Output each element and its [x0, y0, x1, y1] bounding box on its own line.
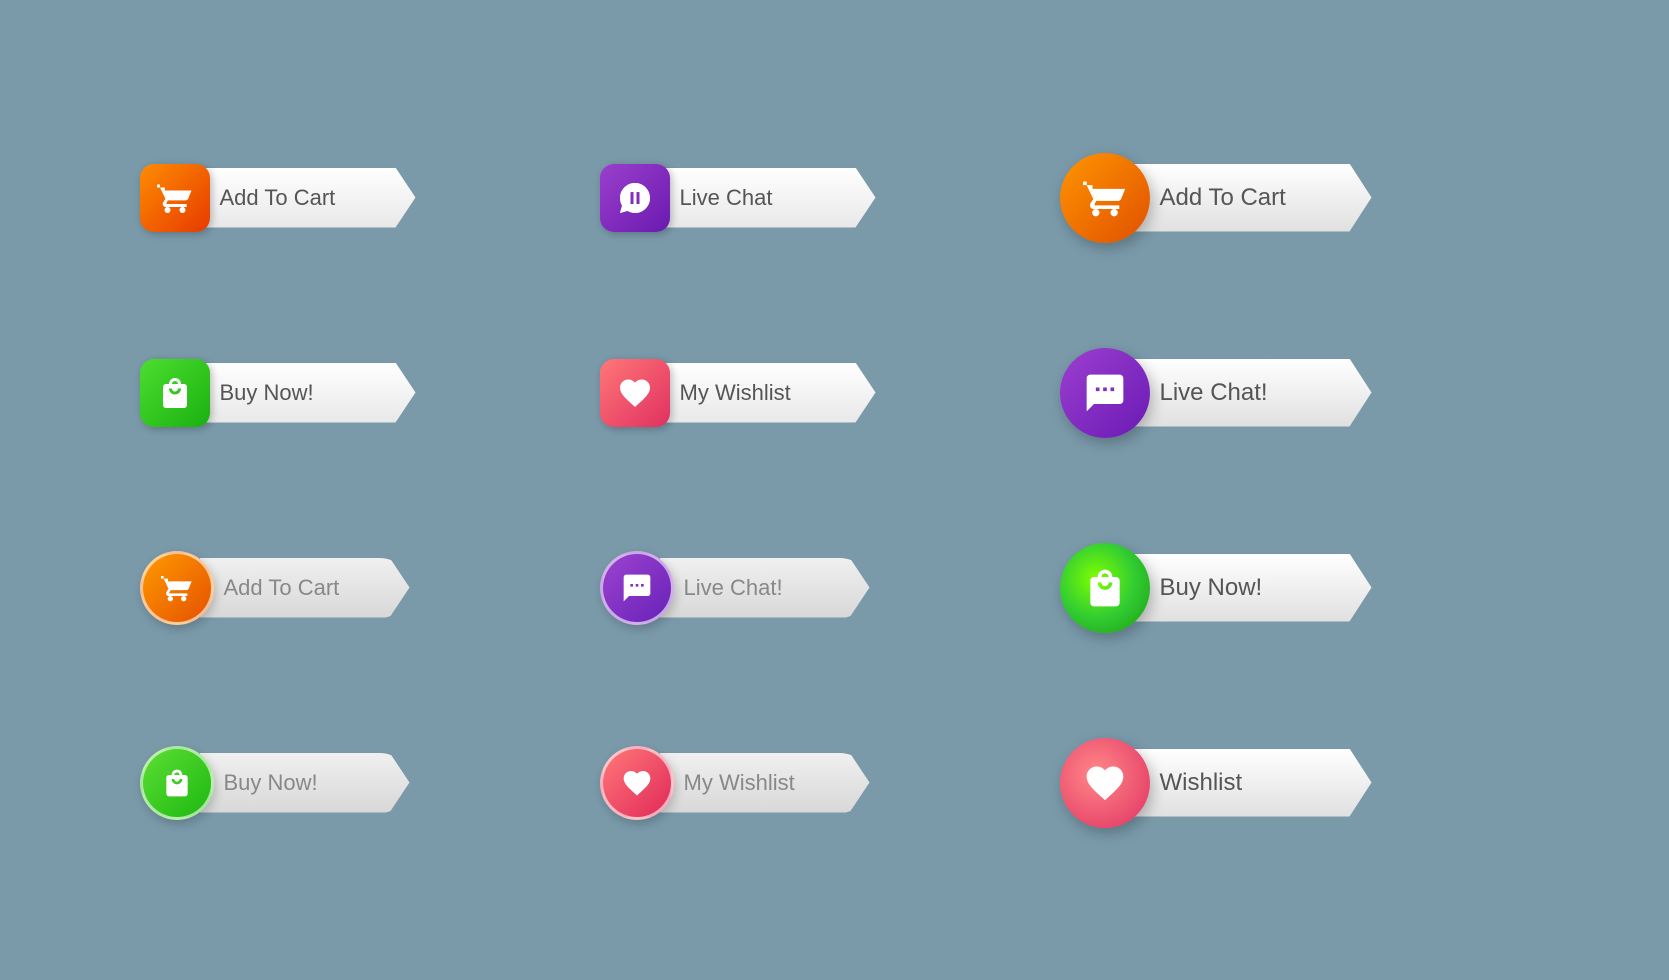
heart-icon-circle-lg-1: [1060, 738, 1150, 828]
live-chat-label-2: Live Chat!: [660, 558, 870, 618]
add-to-cart-label-2: Add To Cart: [200, 558, 410, 618]
bag-icon-circle-1: [140, 746, 214, 820]
bag-icon-circle-lg-1: [1060, 543, 1150, 633]
add-to-cart-btn-1[interactable]: Add To Cart: [140, 164, 520, 232]
buy-now-btn-2[interactable]: Buy Now!: [140, 747, 520, 819]
live-chat-label-1: Live Chat: [656, 168, 876, 228]
chat-icon-box-1: [600, 164, 670, 232]
add-to-cart-label-1: Add To Cart: [196, 168, 416, 228]
wishlist-label-3: Wishlist: [1132, 749, 1372, 817]
add-to-cart-btn-2[interactable]: Add To Cart: [140, 552, 520, 624]
add-to-cart-label-3: Add To Cart: [1132, 164, 1372, 232]
wishlist-btn-2[interactable]: My Wishlist: [600, 747, 980, 819]
chat-icon-circle-lg-1: [1060, 348, 1150, 438]
cart-icon-circle-lg-1: [1060, 153, 1150, 243]
heart-icon-box-1: [600, 359, 670, 427]
cart-icon-circle-1: [140, 551, 214, 625]
buy-now-btn-1[interactable]: Buy Now!: [140, 359, 520, 427]
bag-icon-2: [161, 767, 193, 799]
live-chat-btn-1[interactable]: Live Chat: [600, 164, 980, 232]
buy-now-label-1: Buy Now!: [196, 363, 416, 423]
wishlist-btn-1[interactable]: My Wishlist: [600, 359, 980, 427]
live-chat-btn-2[interactable]: Live Chat!: [600, 552, 980, 624]
chat-icon-lg-2: [1083, 371, 1127, 415]
wishlist-btn-3[interactable]: Wishlist: [1060, 743, 1440, 823]
heart-icon-circle-1: [600, 746, 674, 820]
wishlist-label-1: My Wishlist: [656, 363, 876, 423]
bag-icon-1: [157, 375, 193, 411]
wishlist-label-2: My Wishlist: [660, 753, 870, 813]
buy-now-label-2: Buy Now!: [200, 753, 410, 813]
cart-icon-2: [161, 572, 193, 604]
chat-icon-circle-2: [600, 551, 674, 625]
chat-icon-1: [617, 180, 653, 216]
cart-icon-1: [157, 180, 193, 216]
live-chat-label-3: Live Chat!: [1132, 359, 1372, 427]
cart-icon-lg-1: [1083, 176, 1127, 220]
heart-icon-1: [617, 375, 653, 411]
buy-now-label-3: Buy Now!: [1132, 554, 1372, 622]
cart-icon-box-1: [140, 164, 210, 232]
chat-icon-2: [621, 572, 653, 604]
add-to-cart-btn-3[interactable]: Add To Cart: [1060, 158, 1440, 238]
buy-now-btn-3[interactable]: Buy Now!: [1060, 548, 1440, 628]
bag-icon-lg-1: [1083, 566, 1127, 610]
live-chat-btn-3[interactable]: Live Chat!: [1060, 353, 1440, 433]
heart-icon-2: [621, 767, 653, 799]
heart-icon-lg-1: [1083, 761, 1127, 805]
bag-icon-box-1: [140, 359, 210, 427]
